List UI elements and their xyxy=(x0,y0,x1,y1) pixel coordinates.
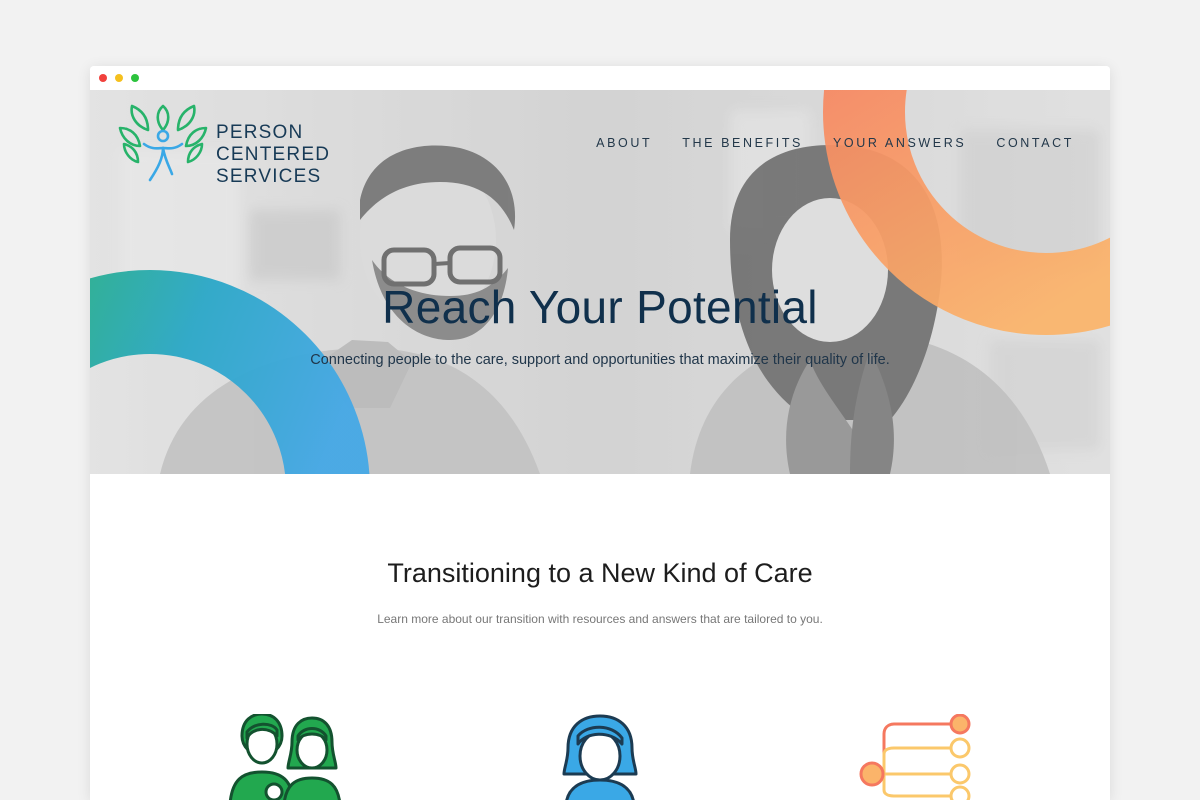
nav-the-benefits[interactable]: THE BENEFITS xyxy=(682,136,803,150)
main-nav: ABOUT THE BENEFITS YOUR ANSWERS CONTACT xyxy=(596,136,1074,150)
nav-about[interactable]: ABOUT xyxy=(596,136,652,150)
flowchart-icon[interactable] xyxy=(854,714,974,800)
nav-contact[interactable]: CONTACT xyxy=(996,136,1074,150)
family-icon[interactable] xyxy=(228,714,348,800)
section-subtitle: Learn more about our transition with res… xyxy=(377,612,823,626)
hero-section: PERSON CENTERED SERVICES ABOUT THE BENEF… xyxy=(90,90,1110,474)
brand-line-2: CENTERED xyxy=(216,144,331,165)
window-chrome xyxy=(90,66,1110,90)
tree-person-icon xyxy=(118,104,208,182)
woman-avatar-icon[interactable] xyxy=(560,714,640,800)
brand-wordmark: PERSON CENTERED SERVICES xyxy=(216,122,330,188)
section-title: Transitioning to a New Kind of Care xyxy=(387,558,813,588)
hero-title: Reach Your Potential xyxy=(382,281,818,333)
hero-subtitle: Connecting people to the care, support a… xyxy=(310,352,890,368)
nav-your-answers[interactable]: YOUR ANSWERS xyxy=(833,136,966,150)
brand-logo[interactable]: PERSON CENTERED SERVICES xyxy=(118,102,329,187)
minimize-window-button[interactable] xyxy=(115,74,123,82)
brand-line-1: PERSON xyxy=(216,122,304,143)
close-window-button[interactable] xyxy=(99,74,107,82)
brand-line-3: SERVICES xyxy=(216,166,322,187)
browser-window: PERSON CENTERED SERVICES ABOUT THE BENEF… xyxy=(90,66,1110,800)
maximize-window-button[interactable] xyxy=(131,74,139,82)
